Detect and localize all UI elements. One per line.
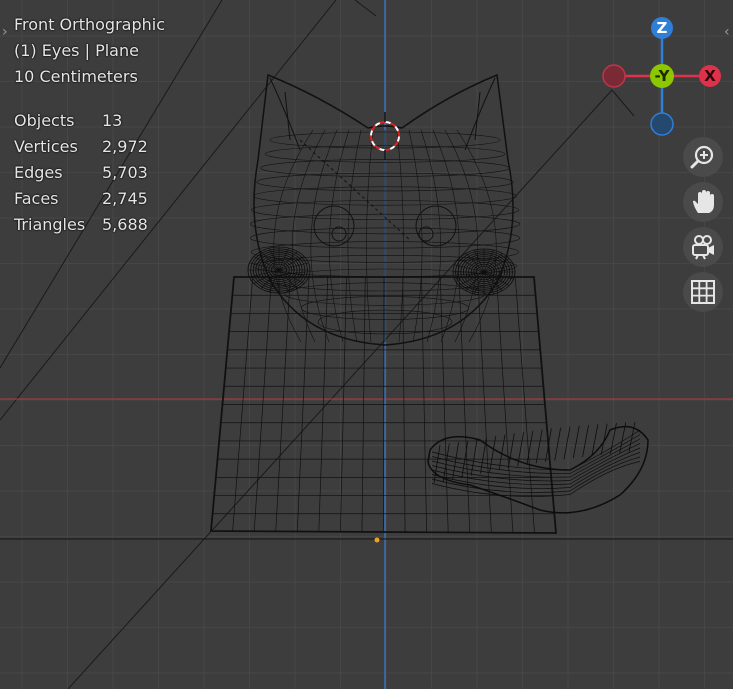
stat-value: 5,688 <box>102 215 148 234</box>
stat-value: 2,745 <box>102 189 148 208</box>
cat-cheeks-wireframe <box>247 246 516 296</box>
stat-label: Faces <box>14 189 59 208</box>
stat-row-triangles: Triangles 5,688 <box>14 212 148 238</box>
active-object-label: (1) Eyes | Plane <box>14 41 139 60</box>
stat-value: 13 <box>102 111 123 130</box>
zoom-in-icon <box>690 145 714 169</box>
grid-icon <box>691 280 715 304</box>
3d-viewport[interactable]: X Z -Y › ‹ Front Orthographic (1) Eyes |… <box>0 0 733 689</box>
stat-row-edges: Edges 5,703 <box>14 160 148 186</box>
scene-canvas[interactable]: X Z -Y <box>0 0 733 689</box>
hand-icon <box>693 190 714 213</box>
sidebar-expand-right-icon[interactable]: ‹ <box>724 24 730 40</box>
object-origin <box>374 537 380 543</box>
stat-value: 5,703 <box>102 163 148 182</box>
view-name: Front Orthographic <box>14 15 166 34</box>
gizmo-neg-x[interactable] <box>602 64 626 88</box>
viewport-info-overlay: Front Orthographic (1) Eyes | Plane 10 C… <box>14 12 165 90</box>
toolbar-expand-left-icon[interactable]: › <box>2 24 8 40</box>
camera-view-button[interactable] <box>683 227 723 267</box>
gizmo-neg-z[interactable] <box>650 112 674 136</box>
gizmo-z-label: Z <box>657 19 668 37</box>
stat-value: 2,972 <box>102 137 148 156</box>
navigation-gizmo[interactable]: X Z -Y <box>602 17 721 136</box>
stat-row-faces: Faces 2,745 <box>14 186 148 212</box>
stat-row-objects: Objects 13 <box>14 108 148 134</box>
ortho-toggle-button[interactable] <box>683 272 723 312</box>
cat-body-wireframe <box>210 276 557 534</box>
stat-label: Edges <box>14 163 63 182</box>
pan-button[interactable] <box>683 182 723 222</box>
camera-icon <box>692 235 714 260</box>
stat-row-vertices: Vertices 2,972 <box>14 134 148 160</box>
stat-label: Vertices <box>14 137 78 156</box>
scene-statistics: Objects 13 Vertices 2,972 Edges 5,703 Faces… <box>14 108 148 238</box>
gizmo-x-label: X <box>704 67 716 85</box>
cat-tail-wireframe <box>427 421 649 514</box>
stat-label: Triangles <box>14 215 86 234</box>
zoom-button[interactable] <box>683 137 723 177</box>
gizmo-neg-y-label: -Y <box>655 67 671 85</box>
stat-label: Objects <box>14 111 75 130</box>
grid-scale-label: 10 Centimeters <box>14 67 138 86</box>
